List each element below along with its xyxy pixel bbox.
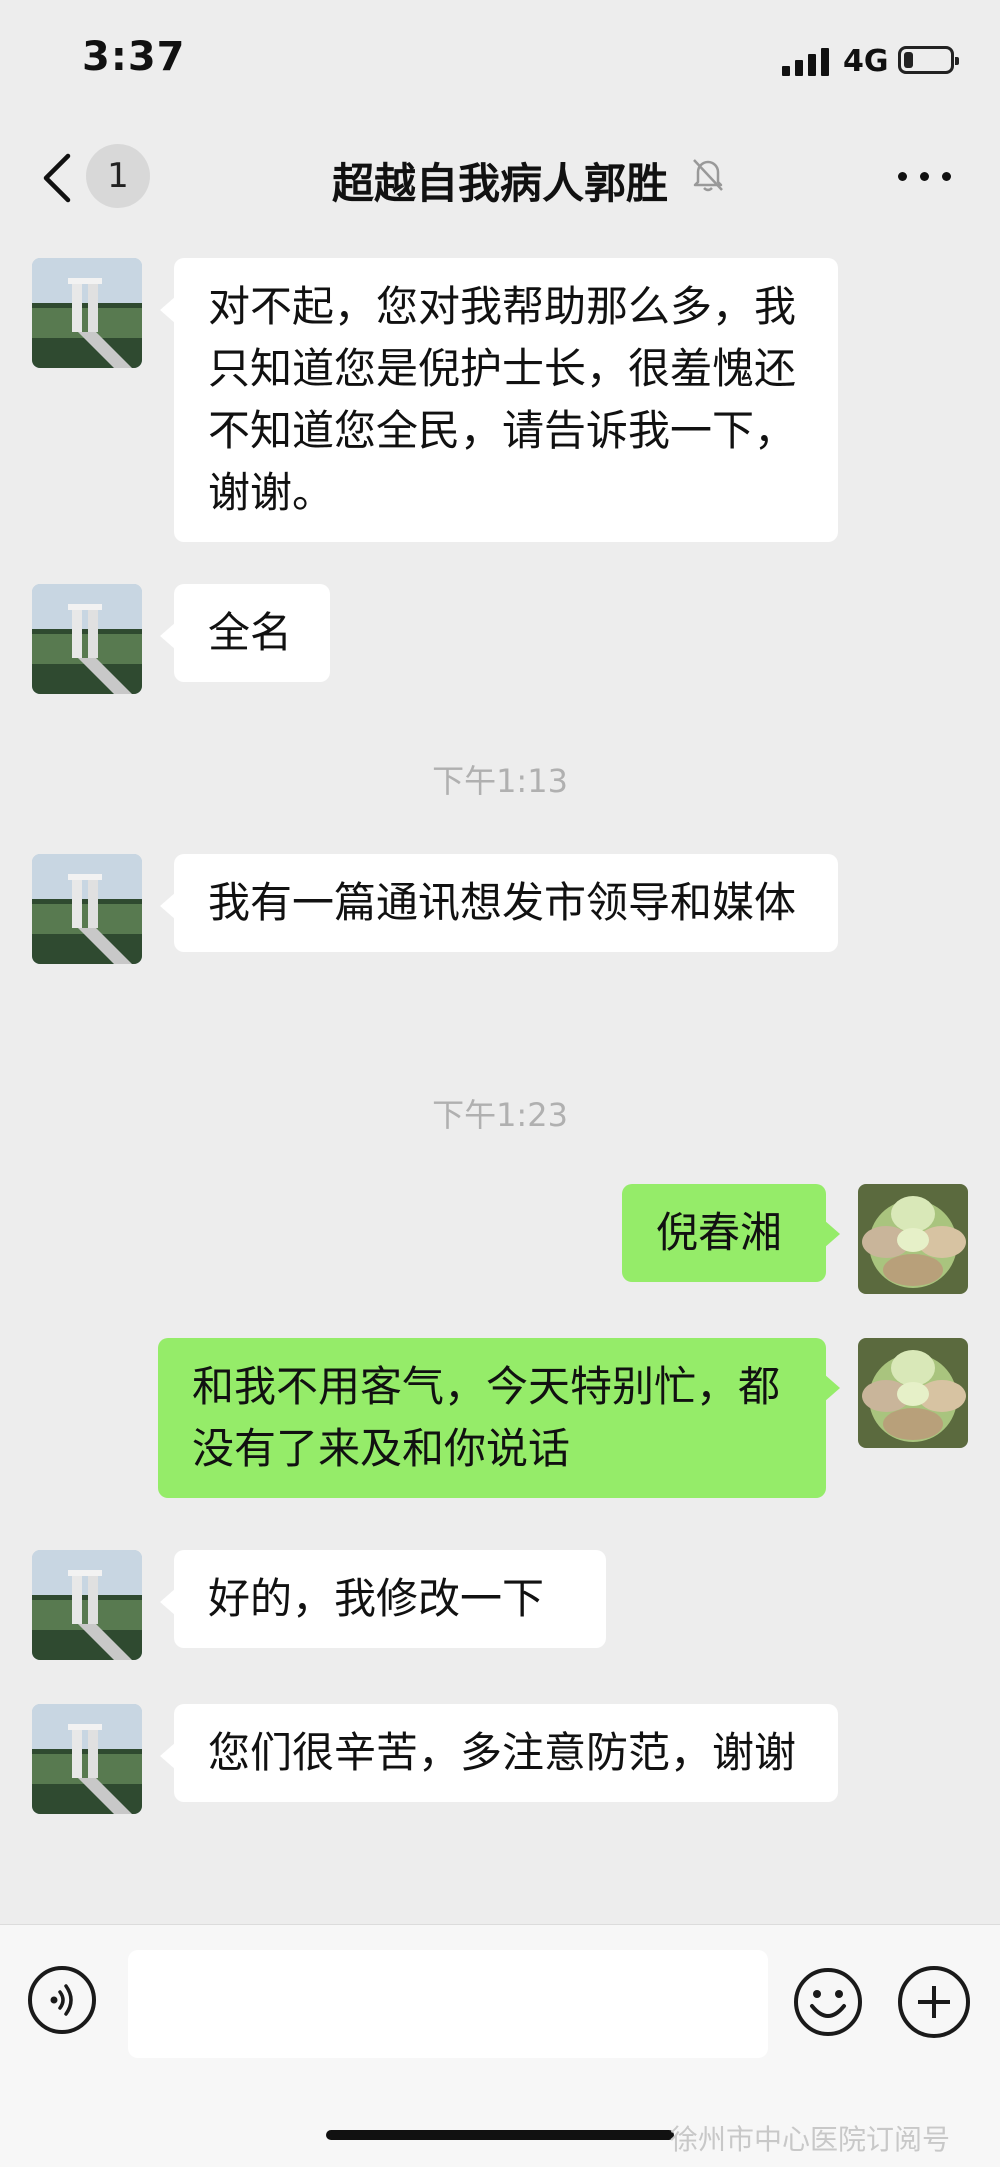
incoming-message-bubble[interactable]: 您们很辛苦，多注意防范，谢谢: [160, 1704, 838, 1802]
unread-count-badge[interactable]: 1: [86, 144, 150, 208]
battery-icon: [898, 46, 959, 74]
watermark: 徐州市中心医院订阅号: [670, 2123, 951, 2156]
outgoing-message-bubble[interactable]: 倪春湘: [622, 1184, 840, 1282]
voice-input-button[interactable]: [28, 1966, 96, 2034]
chevron-left-icon: [43, 153, 71, 203]
bell-off-icon: [688, 154, 728, 194]
network-type: 4G: [843, 44, 889, 79]
emoji-icon: [794, 1968, 862, 2036]
more-options-button[interactable]: [898, 160, 958, 190]
my-avatar[interactable]: [858, 1338, 968, 1448]
outgoing-message-bubble[interactable]: 和我不用客气，今天特别忙，都没有了来及和你说话: [158, 1338, 840, 1498]
contact-avatar[interactable]: [32, 258, 142, 368]
battery-level: [904, 52, 913, 68]
back-button[interactable]: [38, 150, 78, 206]
timestamp: 下午1:23: [432, 1096, 568, 1134]
incoming-message-bubble[interactable]: 我有一篇通讯想发市领导和媒体: [160, 854, 838, 952]
contact-avatar[interactable]: [32, 584, 142, 694]
my-avatar[interactable]: [858, 1184, 968, 1294]
emoji-button[interactable]: [792, 1966, 864, 2038]
voice-icon: [50, 1984, 73, 2016]
home-indicator[interactable]: [326, 2130, 674, 2140]
incoming-message-bubble[interactable]: 好的，我修改一下: [160, 1550, 606, 1648]
contact-avatar[interactable]: [32, 1704, 142, 1814]
contact-avatar[interactable]: [32, 1550, 142, 1660]
signal-icon: [782, 46, 832, 76]
incoming-message-bubble[interactable]: 全名: [160, 584, 330, 682]
incoming-message-bubble[interactable]: 对不起，您对我帮助那么多，我只知道您是倪护士长，很羞愧还不知道您全民，请告诉我一…: [160, 258, 838, 542]
timestamp: 下午1:13: [432, 762, 568, 800]
contact-avatar[interactable]: [32, 854, 142, 964]
status-time: 3:37: [82, 34, 186, 80]
message-input[interactable]: [128, 1950, 768, 2058]
plus-button[interactable]: [898, 1966, 970, 2038]
